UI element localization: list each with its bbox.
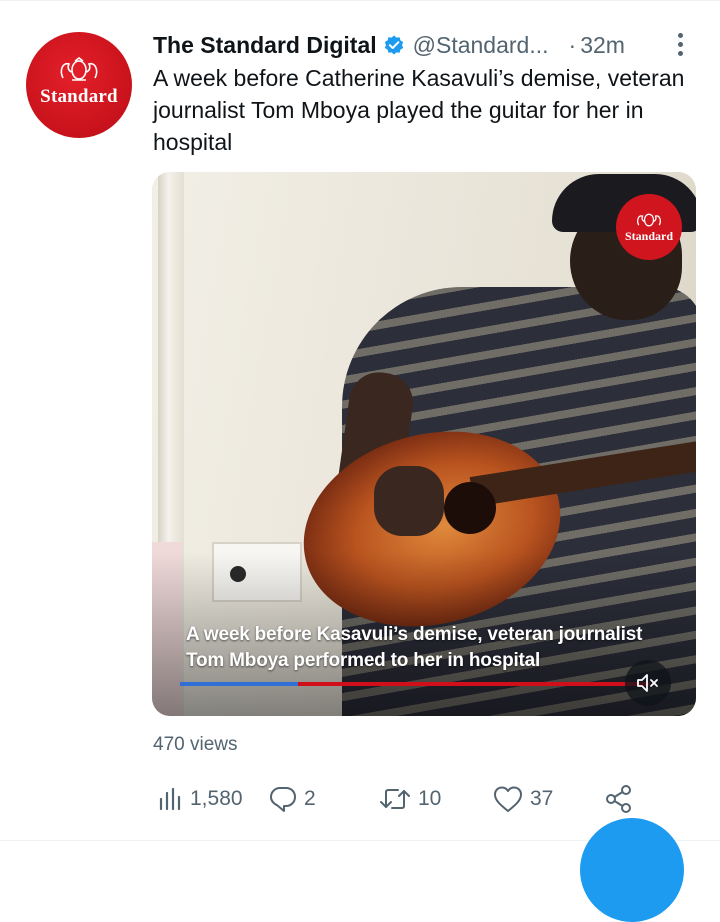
analytics-icon	[159, 787, 181, 811]
share-icon	[606, 785, 631, 813]
standard-logo-badge: Standard	[616, 194, 682, 260]
author-handle[interactable]: @Standard...	[413, 32, 549, 59]
man-hand	[374, 466, 444, 536]
share-button[interactable]	[604, 782, 634, 816]
view-count-label: 470 views	[153, 734, 238, 755]
avatar[interactable]: Standard	[26, 32, 132, 138]
timestamp[interactable]: 32m	[580, 32, 625, 59]
crest-icon	[637, 213, 661, 226]
heart-icon	[494, 786, 522, 812]
separator-dot: ·	[568, 31, 577, 58]
analytics-button[interactable]: 1,580	[156, 782, 243, 816]
logo-badge-label: Standard	[624, 228, 674, 243]
top-divider	[0, 0, 720, 1]
verified-badge-icon	[384, 35, 403, 55]
reply-button[interactable]: 2	[268, 782, 316, 816]
video-progress-bar[interactable]	[180, 682, 650, 686]
guitar-soundhole	[444, 482, 496, 534]
more-options-icon[interactable]	[664, 28, 696, 60]
retweet-count: 10	[418, 787, 442, 810]
tweet-header: The Standard Digital @Standard... · 32m	[153, 30, 693, 60]
tweet-text: A week before Catherine Kasavuli’s demis…	[153, 65, 685, 155]
analytics-count: 1,580	[190, 787, 243, 810]
crest-icon	[60, 57, 98, 81]
video-player[interactable]: Standard A week before Kasavuli’s demise…	[152, 172, 696, 716]
reply-icon	[270, 787, 296, 812]
avatar-label: Standard	[40, 86, 118, 107]
compose-button[interactable]	[580, 818, 684, 922]
like-count: 37	[530, 787, 554, 810]
reply-count: 2	[304, 787, 316, 810]
video-caption: A week before Kasavuli’s demise, veteran…	[186, 624, 643, 671]
mute-button[interactable]	[625, 660, 671, 706]
retweet-icon	[380, 789, 410, 809]
author-name[interactable]: The Standard Digital	[153, 32, 377, 59]
retweet-button[interactable]: 10	[378, 782, 441, 816]
tweet-actions: 1,580 2 10 37	[156, 782, 696, 816]
like-button[interactable]: 37	[492, 782, 553, 816]
speaker-muted-icon	[637, 674, 658, 692]
video-progress-fill	[180, 682, 298, 686]
